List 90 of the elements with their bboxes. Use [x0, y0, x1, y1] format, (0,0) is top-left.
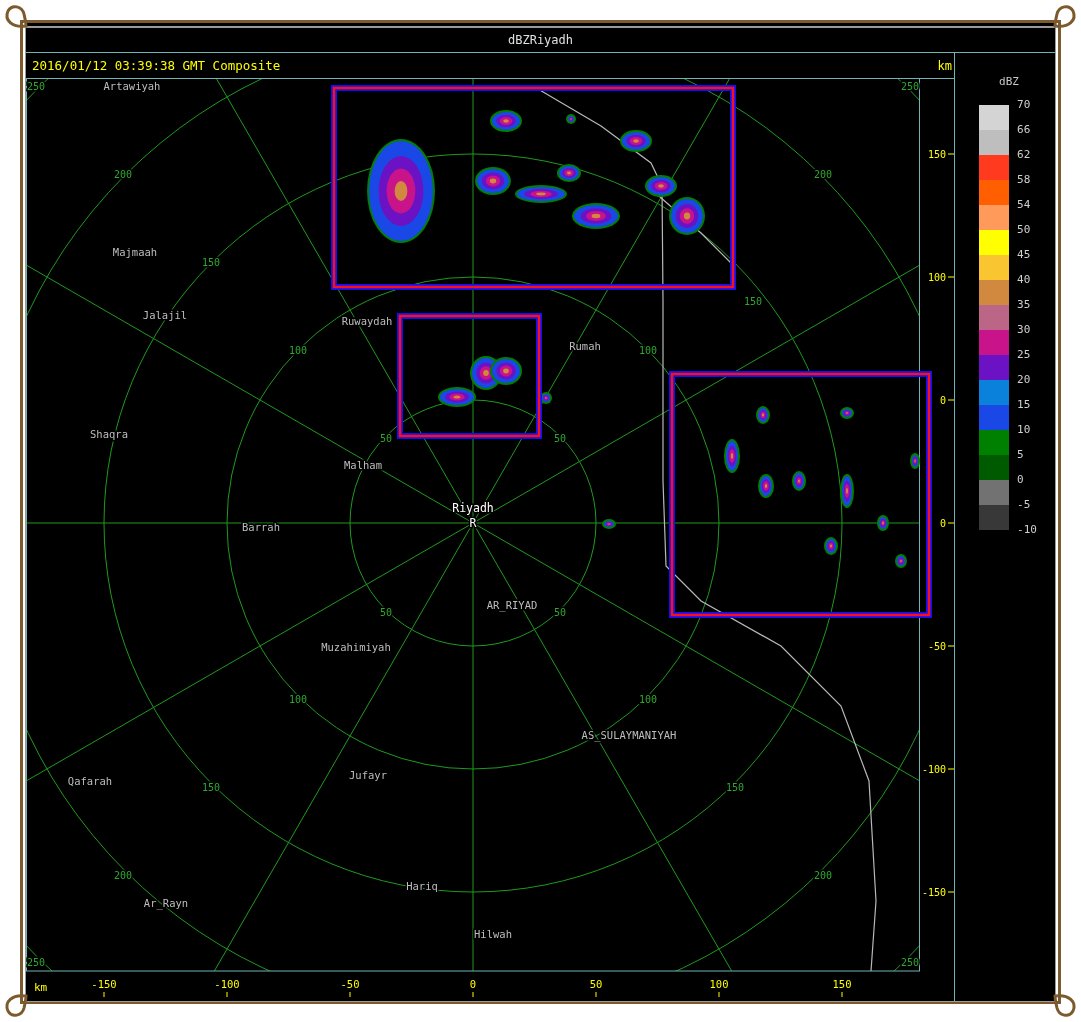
range-label: 250 — [900, 957, 920, 968]
axis-tick-label: -100 — [921, 764, 946, 775]
legend-label: 40 — [1017, 272, 1032, 288]
radar-echo — [557, 164, 581, 182]
legend-label: 35 — [1017, 297, 1032, 313]
place-label: Jufayr — [349, 769, 387, 781]
legend-label: -5 — [1017, 497, 1032, 513]
axis-tick-label: -150 — [921, 887, 946, 898]
radar-echo — [724, 439, 740, 473]
place-label: Artawiyah — [103, 80, 161, 92]
place-label: Majmaah — [112, 246, 158, 258]
axis-tick-label: 0 — [469, 978, 477, 990]
place-label: Ruwaydah — [341, 315, 393, 327]
axis-tick-label: -150 — [91, 978, 117, 990]
radar-echo — [572, 203, 620, 229]
place-label: Riyadh — [452, 501, 494, 515]
range-label: 50 — [554, 433, 566, 444]
range-label: 200 — [813, 870, 833, 881]
legend-label: 50 — [1017, 222, 1032, 238]
range-label: 100 — [638, 694, 658, 705]
radar-echo — [540, 392, 552, 404]
axis-tick-label: -50 — [340, 978, 360, 990]
radar-echo — [475, 167, 511, 195]
legend-label: 0 — [1017, 472, 1025, 488]
range-label: 250 — [900, 81, 920, 92]
range-label: 250 — [26, 957, 46, 968]
range-label: 100 — [638, 345, 658, 356]
axis-tick-label: 150 — [832, 978, 852, 990]
place-label: Hilwah — [474, 928, 512, 940]
radar-echo — [758, 474, 774, 498]
radar-echo — [566, 114, 576, 124]
legend-label: 66 — [1017, 122, 1032, 138]
place-label: AR_RIYAD — [486, 599, 538, 611]
place-label: Rumah — [569, 340, 601, 352]
place-label: Qafarah — [67, 775, 113, 787]
place-label: Barrah — [242, 521, 280, 533]
range-label: 100 — [288, 694, 308, 705]
radar-echo — [895, 554, 907, 568]
range-label: 150 — [725, 782, 745, 793]
range-label: 250 — [26, 81, 46, 92]
radar-echo — [756, 406, 770, 424]
radar-echo — [792, 471, 806, 491]
axis-unit-label: km — [34, 981, 48, 994]
axis-tick-label: -50 — [927, 641, 946, 652]
radar-echo — [840, 407, 854, 419]
axis-tick-label: -100 — [214, 978, 240, 990]
window-title: dBZRiyadh — [508, 33, 573, 47]
radar-echo — [620, 130, 652, 152]
axis-tick-label: 0 — [939, 395, 946, 406]
range-label: 50 — [380, 607, 392, 618]
axis-tick-label: 150 — [927, 149, 946, 160]
place-label: Ar_Rayn — [143, 897, 189, 909]
radar-echo — [490, 110, 522, 132]
legend-label: 58 — [1017, 172, 1032, 188]
range-label: 50 — [554, 607, 566, 618]
range-label: 150 — [743, 296, 763, 307]
radar-echo — [840, 474, 854, 508]
radar-echo — [824, 537, 838, 555]
timestamp-label: 2016/01/12 03:39:38 GMT Composite — [32, 58, 281, 73]
range-label: 150 — [201, 782, 221, 793]
axis-tick-label: 100 — [927, 272, 946, 283]
axis-tick-label: 100 — [709, 978, 729, 990]
legend-label: 25 — [1017, 347, 1032, 363]
radar-echo — [515, 185, 567, 203]
place-label: Jalajil — [142, 309, 188, 321]
radar-echo — [602, 519, 616, 529]
legend-label: 70 — [1017, 97, 1032, 113]
legend-label: 62 — [1017, 147, 1032, 163]
axis-tick-label: 50 — [589, 978, 603, 990]
legend-label: -10 — [1017, 522, 1037, 538]
axis-tick-label: 0 — [939, 518, 946, 529]
place-label: Shaqra — [90, 428, 128, 440]
range-label: 50 — [380, 433, 392, 444]
radar-echo — [910, 453, 920, 469]
place-label: R — [469, 516, 477, 530]
place-label: Hariq — [406, 880, 438, 892]
legend-label: 10 — [1017, 422, 1032, 438]
range-label: 200 — [113, 870, 133, 881]
legend-label: 54 — [1017, 197, 1032, 213]
legend-label: 45 — [1017, 247, 1032, 263]
radar-echo — [490, 357, 522, 385]
range-label: 100 — [288, 345, 308, 356]
radar-echo — [877, 515, 889, 531]
legend-title: dBZ — [999, 75, 1019, 88]
legend-label: 5 — [1017, 447, 1025, 463]
legend-label: 30 — [1017, 322, 1032, 338]
legend-label: 20 — [1017, 372, 1032, 388]
legend-label: 15 — [1017, 397, 1032, 413]
place-label: Muzahimiyah — [321, 641, 391, 653]
axis-unit-label: km — [937, 58, 952, 73]
